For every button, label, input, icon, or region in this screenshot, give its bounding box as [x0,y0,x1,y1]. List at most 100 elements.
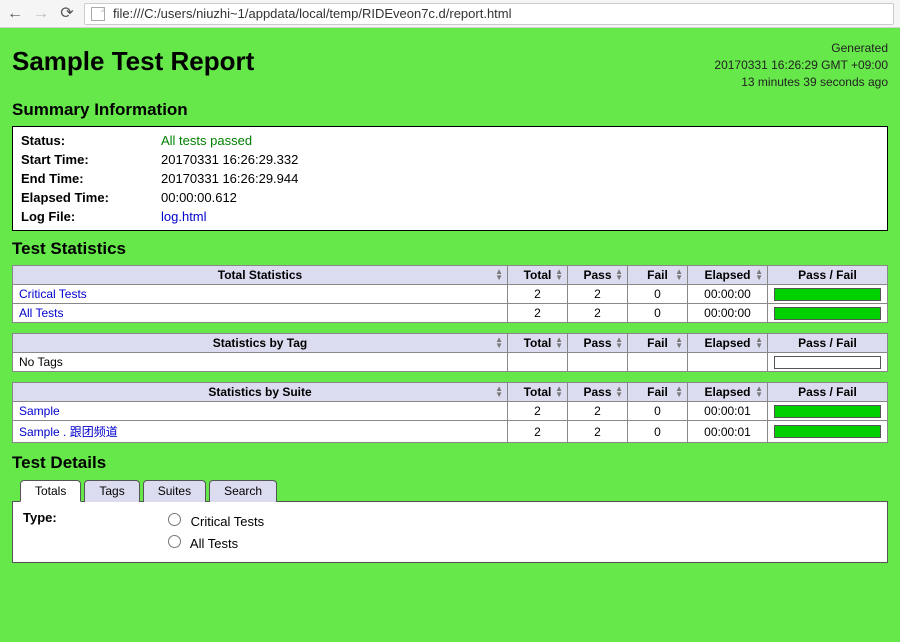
status-value: All tests passed [161,133,252,148]
passfail-bar [774,425,881,438]
sort-icon: ▲▼ [675,386,683,398]
stat-name-link[interactable]: All Tests [13,304,508,323]
tab-suites[interactable]: Suites [143,480,206,502]
stat-fail: 0 [628,304,688,323]
th-pass[interactable]: Pass▲▼ [568,383,628,402]
details-tabrow: Totals Tags Suites Search [20,479,888,501]
summary-heading: Summary Information [12,100,888,120]
page-icon [91,7,105,21]
generated-ago: 13 minutes 39 seconds ago [714,74,888,91]
stat-pass: 2 [568,402,628,421]
end-time-label: End Time: [21,171,161,186]
stat-elapsed: 00:00:00 [688,285,768,304]
sort-icon: ▲▼ [555,269,563,281]
tab-search[interactable]: Search [209,480,277,502]
end-time-value: 20170331 16:26:29.944 [161,171,298,186]
table-row: No Tags [13,353,888,372]
stat-fail: 0 [628,421,688,443]
th-stats-by-tag[interactable]: Statistics by Tag▲▼ [13,334,508,353]
generated-timestamp: 20170331 16:26:29 GMT +09:00 [714,57,888,74]
stat-fail: 0 [628,402,688,421]
stat-pass: 2 [568,285,628,304]
tag-stats-table: Statistics by Tag▲▼ Total▲▼ Pass▲▼ Fail▲… [12,333,888,372]
summary-panel: Status: All tests passed Start Time: 201… [12,126,888,231]
suite-name-link[interactable]: Sample [13,402,508,421]
back-button[interactable]: ← [6,5,24,23]
sort-icon: ▲▼ [555,386,563,398]
stat-elapsed: 00:00:00 [688,304,768,323]
stat-total: 2 [508,304,568,323]
table-row: Sample . 跟团频道 2 2 0 00:00:01 [13,421,888,443]
elapsed-time-label: Elapsed Time: [21,190,161,205]
log-file-link[interactable]: log.html [161,209,207,224]
details-heading: Test Details [12,453,888,473]
th-fail[interactable]: Fail▲▼ [628,383,688,402]
generated-label: Generated [714,40,888,57]
sort-icon: ▲▼ [675,337,683,349]
stat-total: 2 [508,421,568,443]
elapsed-time-value: 00:00:00.612 [161,190,237,205]
sort-icon: ▲▼ [675,269,683,281]
sort-icon: ▲▼ [495,337,503,349]
stat-name-link[interactable]: Critical Tests [13,285,508,304]
th-fail[interactable]: Fail▲▼ [628,334,688,353]
url-input[interactable] [111,5,887,22]
status-label: Status: [21,133,161,148]
suite-name-link[interactable]: Sample . 跟团频道 [13,421,508,443]
th-total[interactable]: Total▲▼ [508,334,568,353]
stat-fail: 0 [628,285,688,304]
total-stats-table: Total Statistics▲▼ Total▲▼ Pass▲▼ Fail▲▼… [12,265,888,323]
th-passfail: Pass / Fail [768,266,888,285]
th-elapsed[interactable]: Elapsed▲▼ [688,334,768,353]
reload-button[interactable]: ⟳ [58,5,76,23]
report-page: Sample Test Report Generated 20170331 16… [0,28,900,642]
stat-elapsed: 00:00:01 [688,402,768,421]
sort-icon: ▲▼ [755,386,763,398]
table-row: Critical Tests 2 2 0 00:00:00 [13,285,888,304]
report-title: Sample Test Report [12,46,254,77]
th-pass[interactable]: Pass▲▼ [568,266,628,285]
tab-totals[interactable]: Totals [20,480,81,502]
table-row: Sample 2 2 0 00:00:01 [13,402,888,421]
start-time-value: 20170331 16:26:29.332 [161,152,298,167]
sort-icon: ▲▼ [755,337,763,349]
radio-all-tests[interactable]: All Tests [163,532,264,551]
th-pass[interactable]: Pass▲▼ [568,334,628,353]
th-elapsed[interactable]: Elapsed▲▼ [688,383,768,402]
browser-chrome: ← → ⟳ [0,0,900,28]
passfail-bar [774,288,881,301]
start-time-label: Start Time: [21,152,161,167]
th-elapsed[interactable]: Elapsed▲▼ [688,266,768,285]
passfail-bar [774,307,881,320]
radio-critical-tests[interactable]: Critical Tests [163,510,264,529]
passfail-bar-empty [774,356,881,369]
suite-stats-table: Statistics by Suite▲▼ Total▲▼ Pass▲▼ Fai… [12,382,888,443]
th-passfail: Pass / Fail [768,383,888,402]
table-row: All Tests 2 2 0 00:00:00 [13,304,888,323]
sort-icon: ▲▼ [615,386,623,398]
th-total[interactable]: Total▲▼ [508,383,568,402]
sort-icon: ▲▼ [615,269,623,281]
generated-info: Generated 20170331 16:26:29 GMT +09:00 1… [714,40,888,90]
sort-icon: ▲▼ [555,337,563,349]
stats-heading: Test Statistics [12,239,888,259]
th-total[interactable]: Total▲▼ [508,266,568,285]
radio-all-input[interactable] [168,535,181,548]
radio-critical-input[interactable] [168,513,181,526]
tab-tags[interactable]: Tags [84,480,139,502]
no-tags-cell: No Tags [13,353,508,372]
stat-total: 2 [508,402,568,421]
th-stats-by-suite[interactable]: Statistics by Suite▲▼ [13,383,508,402]
totals-panel: Type: Critical Tests All Tests [12,501,888,563]
sort-icon: ▲▼ [615,337,623,349]
forward-button[interactable]: → [32,5,50,23]
type-label: Type: [23,510,163,525]
th-total-statistics[interactable]: Total Statistics▲▼ [13,266,508,285]
url-bar[interactable] [84,3,894,25]
th-fail[interactable]: Fail▲▼ [628,266,688,285]
stat-elapsed: 00:00:01 [688,421,768,443]
sort-icon: ▲▼ [495,269,503,281]
th-passfail: Pass / Fail [768,334,888,353]
stat-pass: 2 [568,421,628,443]
sort-icon: ▲▼ [755,269,763,281]
